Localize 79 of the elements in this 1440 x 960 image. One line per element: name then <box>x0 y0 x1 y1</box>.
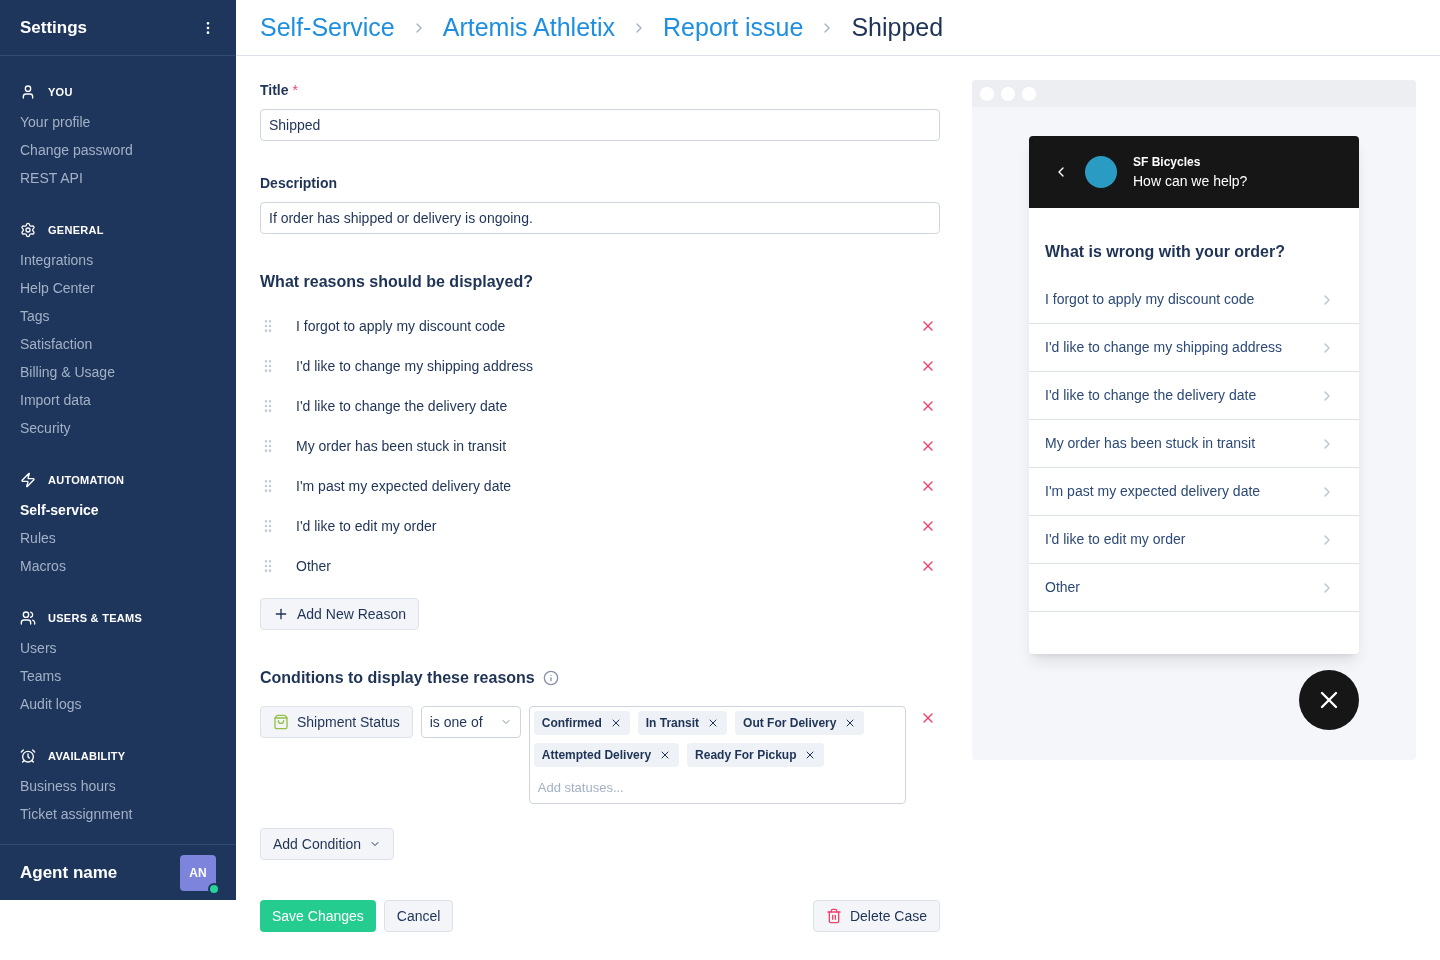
gear-icon <box>20 222 36 238</box>
delete-button[interactable]: Delete Case <box>812 900 940 932</box>
avatar[interactable]: AN <box>180 854 216 891</box>
sidebar-item[interactable]: Users <box>0 634 236 662</box>
status-tag: Ready For Pickup <box>687 743 825 767</box>
shopping-bag-icon <box>273 714 289 730</box>
add-reason-button[interactable]: Add New Reason <box>260 598 419 630</box>
reason-text: I'd like to change my shipping address <box>296 356 534 376</box>
breadcrumb-link[interactable]: Self-Service <box>260 8 395 47</box>
close-chat-button[interactable] <box>1299 670 1359 730</box>
sidebar-item[interactable]: Your profile <box>0 108 236 136</box>
chat-option[interactable]: My order has been stuck in transit <box>1029 420 1359 468</box>
sidebar-item[interactable]: Self-service <box>0 496 236 524</box>
breadcrumb-link[interactable]: Report issue <box>663 8 804 47</box>
breadcrumb-current: Shipped <box>851 11 944 43</box>
chat-question: What is wrong with your order? <box>1044 242 1286 262</box>
sidebar-item[interactable]: Tags <box>0 302 236 330</box>
status-tag: Confirmed <box>533 711 630 735</box>
condition-field-button[interactable]: Shipment Status <box>260 706 413 738</box>
online-status-icon <box>208 882 220 895</box>
reason-text: I'd like to edit my order <box>296 516 438 536</box>
section-heading: What reasons should be displayed? <box>260 272 534 292</box>
required-mark: * <box>292 81 298 100</box>
chat-option[interactable]: I forgot to apply my discount code <box>1029 276 1359 324</box>
sidebar-item[interactable]: Import data <box>0 386 236 414</box>
section-heading: Conditions to display these reasons <box>260 668 535 688</box>
sidebar-item[interactable]: Billing & Usage <box>0 358 236 386</box>
operator-dropdown[interactable]: is one of <box>420 706 521 738</box>
status-tag: In Transit <box>637 711 728 735</box>
sidebar-item[interactable]: Change password <box>0 136 236 164</box>
sidebar-title: Settings <box>20 16 88 39</box>
title-input[interactable]: Shipped <box>260 109 940 141</box>
reason-text: I'd like to change the delivery date <box>296 396 509 416</box>
reason-text: I'm past my expected delivery date <box>296 476 513 496</box>
sidebar-item[interactable]: Integrations <box>0 246 236 274</box>
sidebar-item[interactable]: REST API <box>0 164 236 192</box>
breadcrumb-link[interactable]: Artemis Athletix <box>442 8 616 47</box>
add-condition-button[interactable]: Add Condition <box>260 828 394 860</box>
chat-subtitle: How can we help? <box>1133 171 1248 191</box>
chat-option[interactable]: I'd like to change my shipping address <box>1029 324 1359 372</box>
description-input[interactable]: If order has shipped or delivery is ongoing. <box>260 202 940 234</box>
lightning-icon <box>20 472 36 488</box>
plus-icon <box>273 606 289 622</box>
sidebar-item[interactable]: Teams <box>0 662 236 690</box>
sidebar-item[interactable]: Security <box>0 414 236 442</box>
field-label: Title <box>260 81 289 100</box>
field-label: Description <box>260 174 338 193</box>
status-tag: Out For Delivery <box>735 711 865 735</box>
section-heading: AVAILABILITY <box>48 748 126 764</box>
chat-option[interactable]: I'd like to change the delivery date <box>1029 372 1359 420</box>
section-heading: GENERAL <box>48 222 104 238</box>
section-heading: USERS & TEAMS <box>48 610 143 626</box>
brand-avatar <box>1085 156 1117 188</box>
chat-option[interactable]: I'm past my expected delivery date <box>1029 468 1359 516</box>
users-icon <box>20 610 36 626</box>
sidebar-item[interactable]: Satisfaction <box>0 330 236 358</box>
alarm-clock-icon <box>20 748 36 764</box>
status-tag: Attempted Delivery <box>533 743 680 767</box>
cancel-button[interactable]: Cancel <box>383 900 454 932</box>
sidebar-item[interactable]: Rules <box>0 524 236 552</box>
reason-text: Other <box>296 556 332 576</box>
info-icon[interactable] <box>542 670 559 686</box>
sidebar-item[interactable]: Audit logs <box>0 690 236 718</box>
sidebar-item[interactable]: Help Center <box>0 274 236 302</box>
agent-name: Agent name <box>20 861 118 884</box>
sidebar-item[interactable]: Ticket assignment <box>0 800 236 828</box>
status-input[interactable]: Add statuses... <box>533 775 901 799</box>
section-heading: YOU <box>48 84 73 100</box>
reason-text: My order has been stuck in transit <box>296 436 508 456</box>
section-heading: AUTOMATION <box>48 472 125 488</box>
trash-icon <box>825 908 842 924</box>
statuses-field[interactable]: Confirmed In Transit Out For Delivery Attempted Delivery Ready For Pickup Add statuses... <box>528 706 906 804</box>
sidebar-item[interactable]: Business hours <box>0 772 236 800</box>
sidebar-item[interactable]: Macros <box>0 552 236 580</box>
user-icon <box>20 84 36 100</box>
chat-option[interactable]: Other <box>1029 564 1359 612</box>
brand-name: SF Bicycles <box>1133 153 1202 171</box>
reason-text: I forgot to apply my discount code <box>296 316 507 336</box>
chat-option[interactable]: I'd like to edit my order <box>1029 516 1359 564</box>
